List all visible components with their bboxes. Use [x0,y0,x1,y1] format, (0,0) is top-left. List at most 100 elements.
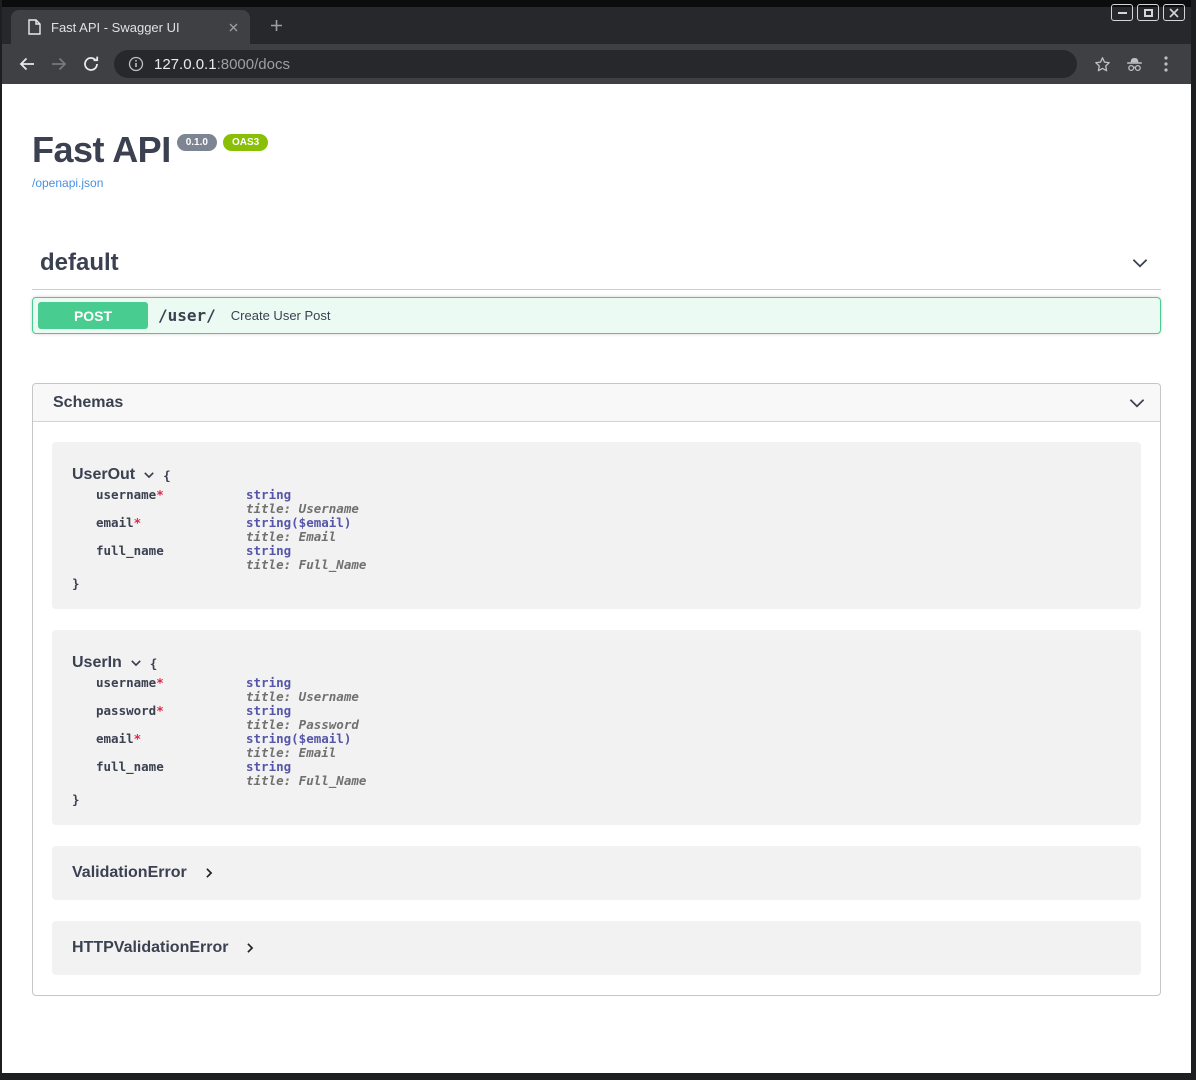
forward-button[interactable] [44,49,74,79]
window-close-button[interactable] [1163,4,1185,21]
api-title: Fast API [32,132,171,168]
prop-type: string [246,760,366,774]
prop-title: title: Email [246,530,351,544]
back-button[interactable] [12,49,42,79]
bookmark-button[interactable] [1087,49,1117,79]
prop-title: title: Username [246,502,359,516]
close-icon [1169,8,1179,18]
prop-type: string [246,488,359,502]
forward-arrow-icon [50,55,68,73]
property-row: email* string($email) title: Email [96,732,1121,760]
prop-type: string($email) [246,516,351,530]
chevron-down-icon[interactable] [1126,392,1148,414]
model-validationerror: ValidationError [52,846,1141,900]
brace-open: { [150,656,158,671]
swagger-ui-page: Fast API 0.1.0 OAS3 /openapi.json defaul… [2,84,1191,1073]
model-userout-toggle[interactable]: UserOut { [72,466,1121,484]
section-title: default [40,249,119,277]
prop-title: title: Password [246,718,359,732]
property-row: username* string title: Username [96,676,1121,704]
prop-type: string($email) [246,732,351,746]
prop-type: string [246,676,359,690]
kebab-menu-icon [1164,56,1168,72]
prop-name: full_name [96,543,164,558]
window-controls [1111,4,1185,21]
tab-close-button[interactable] [224,18,242,36]
document-icon [27,19,41,35]
property-row: full_name string title: Full_Name [96,544,1121,572]
required-star: * [134,515,142,530]
chevron-right-icon[interactable] [243,941,257,955]
prop-title: title: Username [246,690,359,704]
window-titlebar [2,0,1191,7]
chevron-down-icon[interactable] [129,656,143,670]
info-icon[interactable] [128,56,144,72]
property-row: password* string title: Password [96,704,1121,732]
prop-name: full_name [96,759,164,774]
model-name: HTTPValidationError [72,939,228,957]
property-row: username* string title: Username [96,488,1121,516]
model-properties: username* string title: Username passwor… [96,676,1121,788]
plus-icon [270,19,283,32]
browser-tab[interactable]: Fast API - Swagger UI [11,10,250,44]
schemas-body: UserOut { username* string title: Userna… [33,422,1160,995]
reload-button[interactable] [76,49,106,79]
chevron-down-icon[interactable] [142,468,156,482]
model-httpvalidationerror: HTTPValidationError [52,921,1141,975]
required-star: * [156,703,164,718]
prop-name: password [96,703,156,718]
prop-name: email [96,731,134,746]
close-icon [229,23,238,32]
url-bar[interactable]: 127.0.0.1:8000/docs [114,50,1077,78]
url-host: 127.0.0.1 [154,56,217,73]
prop-type: string [246,544,366,558]
window-maximize-button[interactable] [1137,4,1159,21]
api-info: Fast API 0.1.0 OAS3 /openapi.json [2,84,1191,192]
model-validationerror-toggle[interactable]: ValidationError [72,864,1121,882]
version-badge: 0.1.0 [177,134,217,151]
default-section-header[interactable]: default [32,249,1161,290]
prop-name: email [96,515,134,530]
minimize-icon [1118,12,1127,14]
bookmark-star-icon [1094,56,1111,73]
prop-name: username [96,487,156,502]
prop-type: string [246,704,359,718]
url-path: :8000/docs [217,56,290,73]
schemas-title: Schemas [53,394,123,412]
model-userout: UserOut { username* string title: Userna… [52,442,1141,609]
browser-menu-button[interactable] [1151,49,1181,79]
brace-open: { [163,468,171,483]
browser-toolbar: 127.0.0.1:8000/docs [2,44,1191,84]
model-userin-toggle[interactable]: UserIn { [72,654,1121,672]
prop-name: username [96,675,156,690]
tab-strip: Fast API - Swagger UI [2,7,1191,44]
prop-title: title: Email [246,746,351,760]
new-tab-button[interactable] [264,13,288,37]
url-text[interactable]: 127.0.0.1:8000/docs [154,56,290,73]
prop-title: title: Full_Name [246,774,366,788]
required-star: * [134,731,142,746]
required-star: * [156,675,164,690]
openapi-spec-link[interactable]: /openapi.json [32,176,103,190]
chevron-right-icon[interactable] [202,866,216,880]
post-method-badge[interactable]: POST [38,302,148,329]
property-row: email* string($email) title: Email [96,516,1121,544]
brace-close: } [72,792,1121,807]
tab-title: Fast API - Swagger UI [51,20,224,35]
post-user-endpoint[interactable]: POST /user/ Create User Post [32,297,1161,334]
browser-window: Fast API - Swagger UI [0,0,1196,1080]
prop-title: title: Full_Name [246,558,366,572]
required-star: * [156,487,164,502]
chevron-down-icon[interactable] [1129,252,1151,274]
browser-chrome: Fast API - Swagger UI [2,0,1191,84]
model-httpvalidationerror-toggle[interactable]: HTTPValidationError [72,939,1121,957]
incognito-indicator[interactable] [1119,49,1149,79]
window-minimize-button[interactable] [1111,4,1133,21]
property-row: full_name string title: Full_Name [96,760,1121,788]
back-arrow-icon [18,55,36,73]
schemas-header[interactable]: Schemas [33,384,1160,422]
oas3-badge: OAS3 [223,134,268,151]
schemas-section: Schemas UserOut { [32,383,1161,996]
endpoint-path: /user/ [158,306,216,325]
model-userin: UserIn { username* string title: Usernam… [52,630,1141,825]
